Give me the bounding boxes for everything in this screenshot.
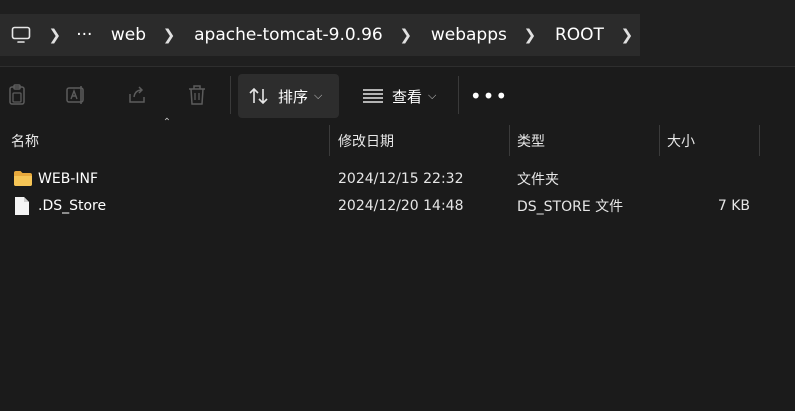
chevron-down-icon: ⌵ (428, 89, 437, 102)
column-separator[interactable] (509, 125, 510, 156)
column-separator[interactable] (759, 125, 760, 156)
command-bar: 排序 ⌵ 查看 ⌵ ••• (0, 67, 795, 123)
more-options-button[interactable]: ••• (470, 74, 507, 118)
view-button[interactable]: 查看 ⌵ (352, 74, 448, 118)
chevron-right-icon[interactable]: ❯ (42, 14, 68, 56)
sort-icon (248, 86, 270, 106)
toolbar-separator (230, 76, 231, 114)
clipboard-icon[interactable] (6, 84, 28, 106)
view-icon (362, 87, 384, 105)
sort-label: 排序 (278, 87, 309, 106)
delete-icon[interactable] (186, 84, 208, 106)
chevron-right-icon[interactable]: ❯ (156, 14, 182, 56)
file-type: DS_STORE 文件 (517, 198, 624, 215)
sort-button[interactable]: 排序 ⌵ (238, 74, 339, 118)
address-bar: ❯ ··· web ❯ apache-tomcat-9.0.96 ❯ webap… (0, 0, 795, 66)
column-separator[interactable] (329, 125, 330, 156)
breadcrumb[interactable]: ❯ ··· web ❯ apache-tomcat-9.0.96 ❯ webap… (0, 14, 640, 56)
file-row-web-inf[interactable]: WEB-INF 2024/12/15 22:32 文件夹 (0, 165, 795, 192)
file-type: 文件夹 (517, 171, 559, 188)
file-name[interactable]: WEB-INF (38, 165, 98, 192)
file-size: 7 KB (717, 197, 750, 214)
view-label: 查看 (392, 87, 423, 106)
file-icon (14, 192, 34, 219)
chevron-right-icon[interactable]: ❯ (393, 14, 419, 56)
file-modified: 2024/12/15 22:32 (338, 170, 464, 187)
chevron-right-icon[interactable]: ❯ (614, 14, 640, 56)
file-name[interactable]: .DS_Store (38, 192, 106, 219)
breadcrumb-root[interactable]: ROOT (543, 14, 604, 56)
breadcrumb-overflow[interactable]: ··· (68, 14, 101, 56)
column-header-row: ⌃ 名称 修改日期 类型 大小 (0, 117, 795, 158)
breadcrumb-apache-tomcat[interactable]: apache-tomcat-9.0.96 (182, 14, 383, 56)
file-modified: 2024/12/20 14:48 (338, 197, 464, 214)
share-icon[interactable] (126, 84, 148, 106)
column-header-size[interactable]: 大小 (667, 123, 759, 158)
column-header-modified[interactable]: 修改日期 (338, 123, 508, 158)
column-header-type[interactable]: 类型 (517, 123, 659, 158)
file-size (667, 165, 750, 192)
breadcrumb-webapps[interactable]: webapps (419, 14, 507, 56)
column-separator[interactable] (659, 125, 660, 156)
column-header-name[interactable]: 名称 (11, 123, 329, 158)
toolbar-separator (458, 76, 459, 114)
chevron-right-icon[interactable]: ❯ (517, 14, 543, 56)
folder-icon (13, 165, 35, 192)
breadcrumb-web[interactable]: web (101, 14, 146, 56)
rename-icon[interactable] (65, 84, 87, 106)
computer-icon[interactable] (0, 14, 42, 56)
file-row-ds-store[interactable]: .DS_Store 2024/12/20 14:48 DS_STORE 文件 7… (0, 192, 795, 219)
chevron-down-icon: ⌵ (314, 89, 323, 102)
